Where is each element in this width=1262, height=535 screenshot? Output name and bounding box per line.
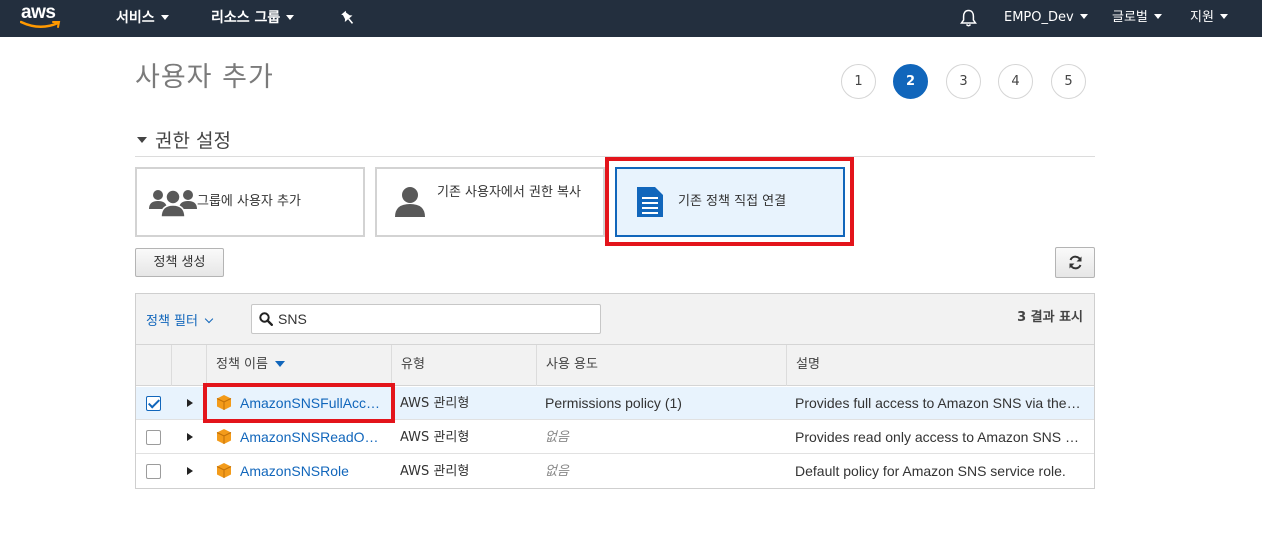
highlight-box: [203, 383, 395, 423]
table-row[interactable]: AmazonSNSReadO… AWS 관리형 없음 Provides read…: [136, 421, 1094, 454]
result-count: 3 결과 표시: [1017, 310, 1083, 325]
caret-down-icon: [137, 137, 147, 143]
policy-cube-icon: [216, 429, 232, 444]
support-label: 지원: [1190, 10, 1214, 25]
step-3[interactable]: 3: [946, 64, 981, 99]
table-row[interactable]: AmazonSNSRole AWS 관리형 없음 Default policy …: [136, 455, 1094, 488]
policy-type: AWS 관리형: [400, 396, 470, 411]
step-4[interactable]: 4: [998, 64, 1033, 99]
option-label: 기존 사용자에서 권한 복사: [437, 185, 581, 200]
section-toggle[interactable]: 권한 설정: [137, 126, 231, 153]
chevron-down-icon: [160, 15, 169, 20]
user-icon: [395, 187, 425, 217]
support-menu[interactable]: 지원: [1190, 0, 1228, 37]
step-1[interactable]: 1: [841, 64, 876, 99]
column-policy-name[interactable]: 정책 이름: [206, 345, 391, 386]
column-label: 사용 용도: [546, 357, 598, 372]
policy-usage: Permissions policy (1): [545, 395, 682, 411]
policy-description: Default policy for Amazon SNS service ro…: [795, 463, 1066, 479]
resource-groups-menu[interactable]: 리소스 그룹: [211, 0, 295, 37]
aws-logo[interactable]: aws: [20, 2, 64, 33]
page-title: 사용자 추가: [135, 62, 274, 93]
chevron-down-icon: [204, 314, 214, 324]
services-label: 서비스: [116, 10, 155, 26]
column-description[interactable]: 설명: [786, 345, 1094, 386]
account-menu[interactable]: EMPO_Dev: [1004, 0, 1088, 37]
column-label: 정책 이름: [216, 357, 268, 372]
expand-arrow-icon[interactable]: [187, 467, 193, 475]
filter-label: 정책 필터: [146, 314, 198, 329]
policy-filter-dropdown[interactable]: 정책 필터: [146, 310, 214, 329]
column-type[interactable]: 유형: [391, 345, 536, 386]
expand-arrow-icon[interactable]: [187, 399, 193, 407]
expand-column-header: [171, 345, 206, 386]
row-checkbox[interactable]: [146, 430, 161, 445]
sort-down-icon: [274, 361, 285, 367]
resource-groups-label: 리소스 그룹: [211, 10, 281, 26]
policy-usage: 없음: [545, 464, 569, 479]
create-policy-button[interactable]: 정책 생성: [135, 248, 224, 277]
chevron-down-icon: [1079, 14, 1088, 19]
chevron-down-icon: [1219, 14, 1228, 19]
policy-cube-icon: [216, 463, 232, 478]
top-nav: aws 서비스 리소스 그룹 EMPO_Dev 글로벌 지원: [0, 0, 1262, 37]
smile-icon: [20, 20, 61, 28]
option-copy-from-user[interactable]: 기존 사용자에서 권한 복사: [375, 167, 605, 237]
search-icon: [259, 312, 273, 326]
step-5[interactable]: 5: [1051, 64, 1086, 99]
search-input[interactable]: [278, 309, 588, 329]
group-icon: [149, 189, 197, 218]
search-box: [251, 304, 601, 334]
bell-icon[interactable]: [960, 9, 977, 28]
region-menu[interactable]: 글로벌: [1112, 0, 1162, 37]
column-label: 유형: [401, 357, 425, 372]
option-label: 그룹에 사용자 추가: [197, 194, 301, 209]
policy-type: AWS 관리형: [400, 464, 470, 479]
policy-description: Provides full access to Amazon SNS via t…: [795, 395, 1081, 411]
highlight-box: [605, 157, 854, 246]
filter-bar: 정책 필터 3 결과 표시: [136, 294, 1094, 345]
policy-type: AWS 관리형: [400, 430, 470, 445]
row-checkbox[interactable]: [146, 396, 161, 411]
column-label: 설명: [796, 357, 820, 372]
policy-name-link[interactable]: AmazonSNSRole: [240, 455, 382, 488]
policy-description: Provides read only access to Amazon SNS …: [795, 429, 1080, 445]
services-menu[interactable]: 서비스: [116, 0, 169, 37]
column-usage[interactable]: 사용 용도: [536, 345, 786, 386]
account-label: EMPO_Dev: [1004, 10, 1074, 25]
table-header: 정책 이름 유형 사용 용도 설명: [136, 345, 1094, 386]
step-2: 2: [893, 64, 928, 99]
row-checkbox[interactable]: [146, 464, 161, 479]
refresh-icon: [1069, 255, 1082, 270]
region-label: 글로벌: [1112, 10, 1148, 25]
expand-arrow-icon[interactable]: [187, 433, 193, 441]
policy-name-link[interactable]: AmazonSNSReadO…: [240, 421, 382, 454]
policy-usage: 없음: [545, 430, 569, 445]
chevron-down-icon: [1153, 14, 1162, 19]
pin-icon[interactable]: [341, 10, 355, 26]
section-heading: 권한 설정: [155, 130, 231, 152]
chevron-down-icon: [286, 15, 295, 20]
refresh-button[interactable]: [1055, 247, 1095, 278]
option-add-to-group[interactable]: 그룹에 사용자 추가: [135, 167, 365, 237]
